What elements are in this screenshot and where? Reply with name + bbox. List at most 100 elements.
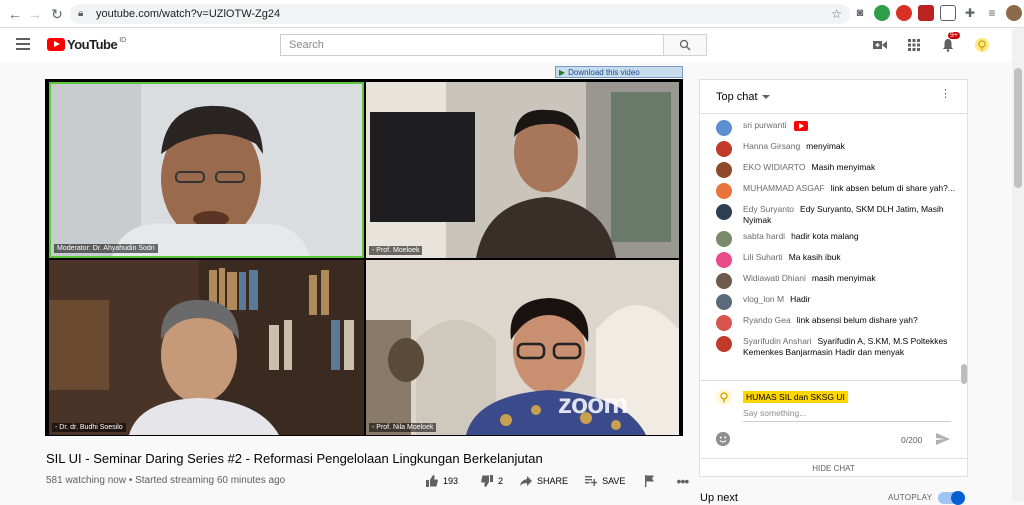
author-name[interactable]: Lili Suharti bbox=[743, 252, 783, 262]
author-avatar[interactable] bbox=[716, 183, 732, 199]
more-actions-button[interactable]: ••• bbox=[675, 473, 690, 489]
author-name[interactable]: sabta hardi bbox=[743, 231, 785, 241]
participant-tile-budhi-soesilo: - Dr. dr. Budhi Soesilo bbox=[49, 260, 364, 435]
puzzle-icon[interactable]: ✚ bbox=[962, 5, 978, 21]
message-body: Edy Suryanto Edy Suryanto, SKM DLH Jatim,… bbox=[743, 204, 960, 226]
save-button[interactable]: SAVE bbox=[584, 474, 625, 488]
zoom-watermark: zoom bbox=[558, 388, 628, 419]
author-avatar[interactable] bbox=[716, 231, 732, 247]
author-name[interactable]: sri purwanti bbox=[743, 120, 786, 130]
participant-tile-nila-moeloek: - Prof. Nila Moeloek bbox=[366, 260, 679, 435]
autoplay-label: AUTOPLAY bbox=[888, 493, 933, 502]
like-count: 193 bbox=[443, 476, 459, 486]
participant-video-prof-moeloek bbox=[366, 82, 679, 258]
author-name[interactable]: Syarifudin Anshari bbox=[743, 336, 812, 346]
message-text: masih menyimak bbox=[811, 273, 876, 283]
author-avatar[interactable] bbox=[716, 294, 732, 310]
video-title: SIL UI - Seminar Daring Series #2 - Refo… bbox=[46, 451, 543, 466]
participant-label: - Prof. Nila Moeloek bbox=[369, 423, 437, 432]
reload-icon[interactable]: ↻ bbox=[46, 3, 68, 25]
participant-label: Moderator: Dr. Ahyahudin Sodri bbox=[54, 244, 158, 253]
message-body: Hanna Girsang menyimak bbox=[743, 141, 845, 157]
author-avatar[interactable] bbox=[716, 120, 732, 136]
download-video-button[interactable]: ▶ Download this video bbox=[555, 66, 683, 78]
video-meta: 581 watching now • Started streaming 60 … bbox=[46, 475, 286, 486]
author-avatar[interactable] bbox=[716, 162, 732, 178]
hide-chat-button[interactable]: HIDE CHAT bbox=[700, 458, 967, 477]
youtube-logo[interactable]: YouTube ID bbox=[47, 37, 126, 52]
apps-grid-icon[interactable] bbox=[906, 37, 922, 53]
author-avatar[interactable] bbox=[716, 336, 732, 352]
participant-label: - Prof. Moeloek bbox=[369, 246, 423, 255]
header-actions: 9+ bbox=[872, 32, 990, 53]
author-avatar[interactable] bbox=[716, 273, 732, 289]
composer-avatar bbox=[716, 389, 732, 405]
emoji-icon[interactable] bbox=[716, 432, 730, 446]
author-name[interactable]: Ryando Gea bbox=[743, 315, 791, 325]
media-icon[interactable]: ≡ bbox=[984, 5, 1000, 21]
create-video-icon[interactable] bbox=[872, 37, 888, 53]
author-avatar[interactable] bbox=[716, 315, 732, 331]
search-button[interactable] bbox=[663, 34, 707, 56]
page-scrollbar-thumb[interactable] bbox=[1014, 68, 1022, 188]
message-text: Hadir bbox=[790, 294, 811, 304]
bookmark-star-icon[interactable]: ☆ bbox=[831, 7, 842, 21]
chat-message-input[interactable]: Say something... bbox=[743, 408, 951, 422]
author-avatar[interactable] bbox=[716, 204, 732, 220]
message-text: hadir kota malang bbox=[791, 231, 859, 241]
notification-badge: 9+ bbox=[948, 32, 960, 39]
like-button[interactable]: 193 bbox=[425, 474, 458, 488]
message-body: vlog_lon M Hadir bbox=[743, 294, 810, 310]
chat-message: Hanna Girsang menyimak bbox=[700, 141, 960, 157]
thumbs-up-icon bbox=[425, 474, 439, 488]
message-body: sabta hardi hadir kota malang bbox=[743, 231, 859, 247]
author-name[interactable]: EKO WIDIARTO bbox=[743, 162, 806, 172]
chat-mode-selector[interactable]: Top chat bbox=[716, 91, 758, 103]
report-button[interactable] bbox=[643, 474, 657, 488]
profile-avatar[interactable] bbox=[1006, 5, 1022, 21]
author-avatar[interactable] bbox=[716, 141, 732, 157]
author-name[interactable]: Hanna Girsang bbox=[743, 141, 800, 151]
notifications-bell-icon[interactable]: 9+ bbox=[940, 32, 960, 53]
chat-message: MUHAMMAD ASGAF link absen belum di share … bbox=[700, 183, 960, 199]
page-scrollbar[interactable] bbox=[1012, 28, 1024, 502]
chevron-down-icon[interactable] bbox=[761, 94, 770, 99]
forward-icon[interactable]: → bbox=[24, 3, 46, 25]
thumbs-down-icon bbox=[480, 474, 494, 488]
author-name[interactable]: Widiawati Dhiani bbox=[743, 273, 806, 283]
chat-message: Syarifudin Anshari Syarifudin A, S.KM, M.… bbox=[700, 336, 960, 358]
search-input[interactable]: Search bbox=[280, 34, 664, 56]
extension-green-icon[interactable] bbox=[874, 5, 890, 21]
search-icon bbox=[679, 39, 691, 51]
pdf-icon[interactable] bbox=[918, 5, 934, 21]
chat-header: Top chat ⋮ bbox=[700, 80, 967, 114]
video-actions: 193 2 SHARE SAVE ••• bbox=[425, 473, 690, 489]
message-text: menyimak bbox=[806, 141, 845, 151]
share-icon bbox=[519, 474, 533, 488]
youtube-play-icon bbox=[47, 38, 65, 51]
author-avatar[interactable] bbox=[716, 252, 732, 268]
address-bar[interactable]: 🔒︎ youtube.com/watch?v=UZlOTW-Zg24 ☆ bbox=[70, 4, 850, 24]
chat-scrollbar[interactable] bbox=[961, 114, 967, 384]
menu-icon[interactable] bbox=[16, 38, 30, 50]
chat-scrollbar-thumb[interactable] bbox=[961, 364, 967, 384]
calendar-icon[interactable] bbox=[940, 5, 956, 21]
send-icon[interactable] bbox=[936, 432, 950, 446]
autoplay-toggle[interactable] bbox=[938, 491, 965, 505]
dislike-button[interactable]: 2 bbox=[480, 474, 503, 488]
share-button[interactable]: SHARE bbox=[519, 474, 568, 488]
author-name[interactable]: MUHAMMAD ASGAF bbox=[743, 183, 825, 193]
author-name[interactable]: Edy Suryanto bbox=[743, 204, 794, 214]
video-player[interactable]: Moderator: Dr. Ahyahudin Sodri - Prof. M… bbox=[45, 79, 683, 436]
country-code: ID bbox=[119, 37, 127, 44]
author-name[interactable]: vlog_lon M bbox=[743, 294, 784, 304]
account-avatar[interactable] bbox=[974, 37, 990, 53]
chat-message: sri purwanti bbox=[700, 120, 960, 136]
extension-red-icon[interactable] bbox=[896, 5, 912, 21]
share-label: SHARE bbox=[537, 476, 569, 486]
chat-message: EKO WIDIARTO Masih menyimak bbox=[700, 162, 960, 178]
back-icon[interactable]: ← bbox=[4, 3, 26, 25]
chat-menu-icon[interactable]: ⋮ bbox=[940, 89, 951, 100]
camera-icon[interactable]: ◙ bbox=[852, 5, 868, 21]
message-body: Ryando Gea link absensi belum dishare yah… bbox=[743, 315, 918, 331]
